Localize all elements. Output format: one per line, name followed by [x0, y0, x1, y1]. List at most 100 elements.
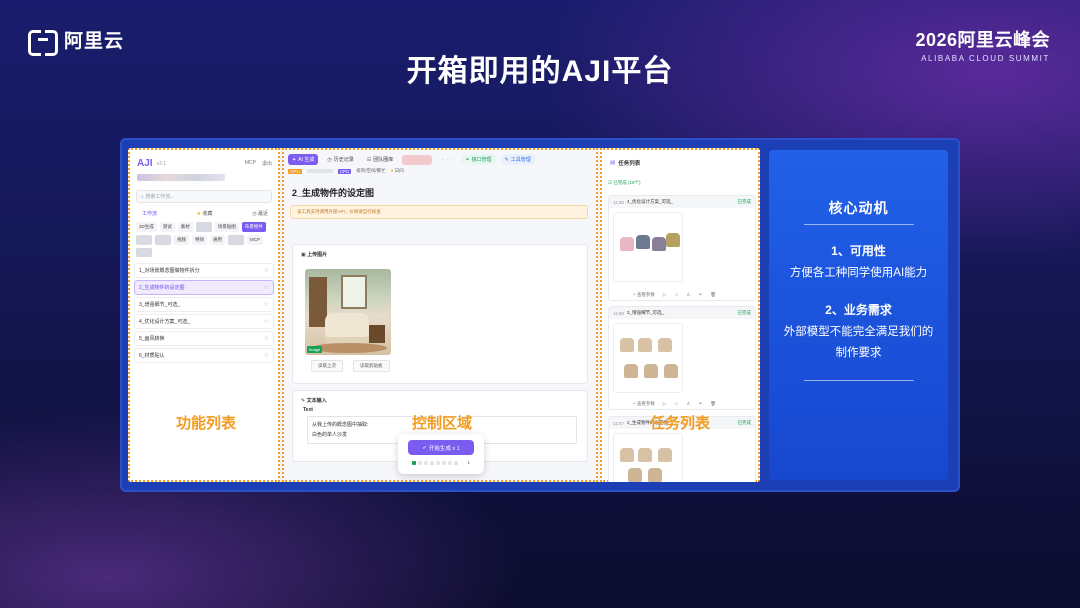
chip-blurred[interactable]: .: [228, 235, 244, 245]
chip-blurred[interactable]: .: [155, 235, 171, 245]
list-item[interactable]: 3_增强细节_可选_ ☆: [134, 297, 274, 312]
trash-icon[interactable]: 🗑: [710, 401, 716, 407]
workflow-tabs: 工作流 ★ 收藏 ◷ 最近: [142, 210, 268, 217]
logout-link[interactable]: 退出: [262, 160, 272, 167]
list-icon: ▤: [610, 160, 616, 166]
mcp-link[interactable]: MCP: [245, 160, 256, 167]
chip-props[interactable]: 布景物件: [241, 222, 266, 232]
chip-3d[interactable]: 3D生成: [136, 222, 157, 232]
tab-history[interactable]: ◷ 历史记录: [323, 154, 357, 165]
task-list-title: 任务列表: [618, 161, 641, 167]
tab-tool-management[interactable]: ✎ 工具管理: [500, 154, 535, 165]
star-icon[interactable]: ☆: [264, 301, 269, 308]
gpu-tag: GPU: [288, 168, 302, 174]
load-last-button[interactable]: 读取上次: [311, 360, 343, 372]
list-item[interactable]: 1_对场景概念图做物件拆分 ☆: [134, 263, 274, 278]
done-count: ☑ 已完成 (19个): [608, 180, 641, 185]
link-icon[interactable]: ⚭: [698, 401, 702, 407]
slide-title: 开箱即用的AJI平台: [406, 55, 674, 88]
cpu-tag: CPU: [337, 168, 352, 174]
upload-label: 上传图片: [307, 252, 328, 258]
sparkle-icon: ✦: [292, 156, 297, 163]
tab-blurred-2[interactable]: ◐ ····: [437, 155, 456, 165]
sun-icon: ●: [390, 168, 394, 173]
resource-status: GPU CPU 排列/空闲/繁忙 ● 日间: [284, 165, 596, 177]
workflow-search-input[interactable]: ⌕ 搜索工作流...: [136, 190, 272, 203]
text-section-label: 文本输入: [306, 398, 327, 404]
core-text-2: 外部模型不能完全满足我们的制作要求: [783, 326, 934, 359]
cpu-text: 排列/空闲/繁忙: [356, 168, 386, 173]
user-icon[interactable]: ♙: [686, 401, 690, 407]
team-icon: ☷: [366, 156, 372, 163]
star-icon[interactable]: ☆: [674, 401, 678, 407]
star-icon[interactable]: ☆: [264, 267, 269, 274]
list-item[interactable]: 6_材质贴认 ☆: [134, 348, 274, 363]
category-chips: 3D生成 测试 素材 . 场景贴图 布景物件 . . 视频 特效 通用 . MC…: [136, 222, 274, 257]
tab-favorites[interactable]: ★ 收藏: [197, 210, 213, 217]
task-status: 已完成: [737, 199, 752, 204]
list-item[interactable]: 4_优化设计方案_可选_ ☆: [134, 314, 274, 329]
clock-icon: ◷: [252, 211, 257, 217]
trash-icon[interactable]: 🗑: [710, 292, 716, 298]
app-version: v2.1: [156, 160, 167, 167]
chip-test[interactable]: 测试: [159, 222, 175, 232]
pencil-icon: ✎: [301, 398, 306, 404]
chip-scene-texture[interactable]: 场景贴图: [214, 222, 239, 232]
chip-blurred[interactable]: .: [136, 248, 152, 257]
chip-blurred[interactable]: .: [195, 222, 212, 232]
task-time: 11:58: [613, 199, 624, 205]
start-generate-button[interactable]: ➶ 开始生成 x 1: [408, 440, 474, 455]
task-result-image[interactable]: [613, 433, 683, 482]
core-title: 核心动机: [828, 200, 889, 216]
tab-recent[interactable]: ◷ 最近: [252, 210, 268, 217]
blurred-user-info: [137, 174, 225, 181]
task-result-image[interactable]: [613, 212, 683, 282]
list-item[interactable]: 2_生成物件的设定图 ☆: [134, 280, 274, 295]
task-time: 11:58: [613, 310, 624, 316]
control-area-label: 控制区域: [412, 415, 473, 432]
view-params-link[interactable]: + 查看参数: [633, 292, 655, 298]
day-mode-toggle[interactable]: ● 日间: [391, 168, 404, 174]
core-motivation-panel: 核心动机 1、可用性 方便各工种同学使用AI能力 2、业务需求 外部模型不能完全…: [769, 150, 948, 480]
core-section-1: 1、可用性: [831, 244, 886, 258]
chip-video[interactable]: 视频: [174, 235, 189, 245]
view-params-link[interactable]: + 查看参数: [633, 401, 655, 407]
task-name: 3_增强细节_可选_: [626, 310, 664, 315]
top-tabs: ✦AI 生成 ◷历史记录 ☷团队圈库 . ◐ ···· ⚭接口管理 ✎工具管理: [284, 150, 596, 165]
chip-material[interactable]: 素材: [177, 222, 193, 232]
upload-card: ▣ 上传图片 Image 读取上次 读取剪贴板: [292, 244, 588, 384]
wrench-icon: ✎: [504, 156, 509, 163]
chip-effects[interactable]: 特效: [192, 235, 207, 245]
star-icon[interactable]: ☆: [264, 318, 269, 325]
function-list-label: 功能列表: [176, 415, 237, 432]
chip-mcp[interactable]: MCP: [247, 235, 263, 245]
image-tag: Image: [307, 346, 323, 353]
generate-count[interactable]: 1: [467, 460, 470, 465]
star-icon[interactable]: ☆: [264, 352, 269, 359]
tab-workflow[interactable]: 工作流: [142, 210, 157, 217]
play-icon[interactable]: ▷: [663, 401, 666, 407]
tab-team-library[interactable]: ☷ 团队圈库: [363, 154, 398, 165]
chip-general[interactable]: 通用: [210, 235, 225, 245]
list-item[interactable]: 5_画风转换 ☆: [134, 331, 274, 346]
tab-blurred[interactable]: .: [402, 154, 433, 165]
generate-popup: ➶ 开始生成 x 1 1: [398, 434, 484, 474]
tab-api-management[interactable]: ⚭ 接口管理: [461, 154, 496, 165]
load-clipboard-button[interactable]: 读取剪贴板: [353, 360, 390, 372]
user-icon[interactable]: ♙: [686, 292, 690, 298]
link-icon[interactable]: ⚭: [698, 292, 702, 298]
star-icon[interactable]: ☆: [264, 284, 269, 291]
uploaded-image[interactable]: Image: [305, 269, 391, 355]
task-result-image[interactable]: [613, 323, 683, 393]
task-card[interactable]: 11:58 4_优化设计方案_可选_ 已完成 + 查看参数 ▷ ☆ ♙ ⚭ 🗑: [608, 195, 756, 301]
play-icon[interactable]: ▷: [663, 292, 666, 298]
tab-ai-generate[interactable]: ✦ AI 生成: [288, 154, 319, 165]
task-card[interactable]: 11:58 3_增强细节_可选_ 已完成 + 查看参数 ▷ ☆ ♙ ⚭ 🗑: [608, 306, 756, 410]
workflow-title: 2_生成物件的设定图: [292, 188, 375, 198]
image-icon: ▣: [301, 252, 306, 258]
star-icon[interactable]: ☆: [674, 292, 678, 298]
task-status: 已完成: [737, 310, 752, 315]
chip-blurred[interactable]: .: [136, 235, 152, 245]
history-icon: ◷: [327, 156, 332, 163]
star-icon[interactable]: ☆: [264, 335, 269, 342]
